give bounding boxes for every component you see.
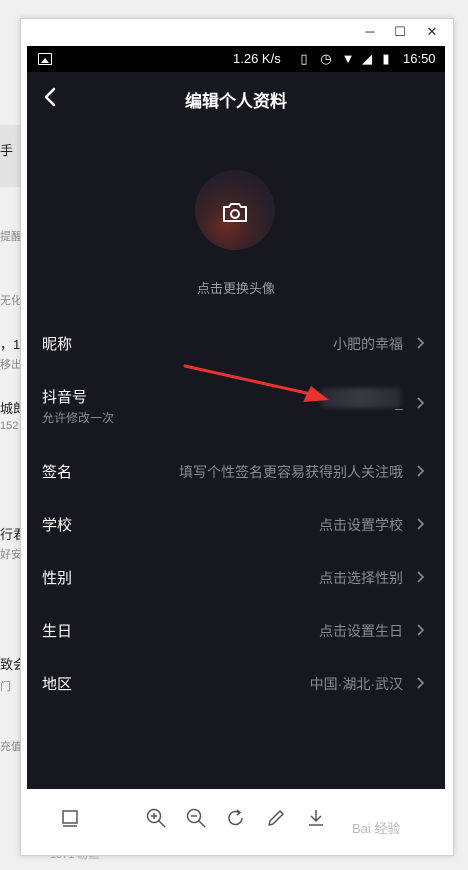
phone-screen: 1.26 K/s ▯ ◷ ▼ ◢ ▮ 16:50 编辑个人资料 点击更换头像 昵… <box>27 46 445 789</box>
row-value: _ <box>395 394 403 410</box>
watermark: Bai 经验 <box>352 821 401 836</box>
chevron-right-icon <box>417 465 425 477</box>
row-value: 填写个性签名更容易获得别人关注哦 <box>179 464 403 480</box>
background-text: 移出 <box>0 359 22 371</box>
annotation-arrow <box>183 364 329 402</box>
blurred-id-value <box>321 388 401 408</box>
battery-icon: ▮ <box>382 51 390 66</box>
close-button[interactable]: ✕ <box>423 23 441 41</box>
chevron-right-icon <box>417 397 425 409</box>
background-text: 152 <box>0 420 19 432</box>
gallery-icon <box>38 53 52 65</box>
row-label: 抖音号 <box>42 389 88 406</box>
minimize-button[interactable]: ─ <box>361 23 379 41</box>
network-speed: 1.26 K/s <box>233 51 281 66</box>
chevron-right-icon <box>417 571 425 583</box>
background-text: 提醒 <box>0 231 22 243</box>
row-value: 点击设置学校 <box>319 517 403 533</box>
wifi-icon: ▼ <box>341 51 355 66</box>
maximize-button[interactable]: ☐ <box>391 23 409 41</box>
signal-icon: ◢ <box>362 51 372 66</box>
camera-icon <box>223 203 247 222</box>
row-label: 性别 <box>42 570 73 587</box>
status-bar: 1.26 K/s ▯ ◷ ▼ ◢ ▮ 16:50 <box>27 46 445 72</box>
row-nickname[interactable]: 昵称 小肥的幸福 <box>27 322 445 362</box>
zoom-in-icon[interactable] <box>145 807 167 829</box>
chevron-right-icon <box>417 677 425 689</box>
background-text: 无化 <box>0 295 22 307</box>
row-gender[interactable]: 性别 点击选择性别 <box>27 556 445 596</box>
row-value: 小肥的幸福 <box>333 336 403 352</box>
row-value: 点击设置生日 <box>319 623 403 639</box>
screen-icon[interactable] <box>59 807 81 829</box>
row-region[interactable]: 地区 中国·湖北·武汉 <box>27 662 445 702</box>
chevron-right-icon <box>417 624 425 636</box>
row-value: 点击选择性别 <box>319 570 403 586</box>
row-sub-label: 允许修改一次 <box>42 411 115 425</box>
chevron-right-icon <box>417 337 425 349</box>
edit-icon[interactable] <box>265 807 287 829</box>
background-text: 充值 <box>0 741 22 753</box>
row-label: 生日 <box>42 623 73 640</box>
chevron-right-icon <box>417 518 425 530</box>
row-birthday[interactable]: 生日 点击设置生日 <box>27 609 445 649</box>
zoom-out-icon[interactable] <box>185 807 207 829</box>
row-signature[interactable]: 签名 填写个性签名更容易获得别人关注哦 <box>27 450 445 490</box>
background-text: 门 <box>0 681 11 693</box>
row-label: 签名 <box>42 464 73 481</box>
nav-bar: 编辑个人资料 <box>27 72 445 122</box>
emulator-window: ─ ☐ ✕ 1.26 K/s ▯ ◷ ▼ ◢ ▮ 16:50 编辑个人资料 点击… <box>20 18 454 856</box>
page-title: 编辑个人资料 <box>185 92 287 111</box>
row-label: 学校 <box>42 517 73 534</box>
row-school[interactable]: 学校 点击设置学校 <box>27 503 445 543</box>
background-text: ，1 <box>0 337 21 352</box>
change-avatar-hint[interactable]: 点击更换头像 <box>27 278 445 297</box>
row-label: 地区 <box>42 676 73 693</box>
clock: 16:50 <box>403 51 436 66</box>
download-icon[interactable] <box>305 807 327 829</box>
row-value: 中国·湖北·武汉 <box>309 676 403 692</box>
vibrate-icon: ▯ <box>300 51 308 66</box>
row-label: 昵称 <box>42 336 73 353</box>
background-text: 好安 <box>0 549 22 561</box>
window-titlebar: ─ ☐ ✕ <box>21 19 453 46</box>
background-text: 手 <box>0 143 14 158</box>
alarm-icon: ◷ <box>320 51 332 66</box>
rotate-icon[interactable] <box>225 807 247 829</box>
